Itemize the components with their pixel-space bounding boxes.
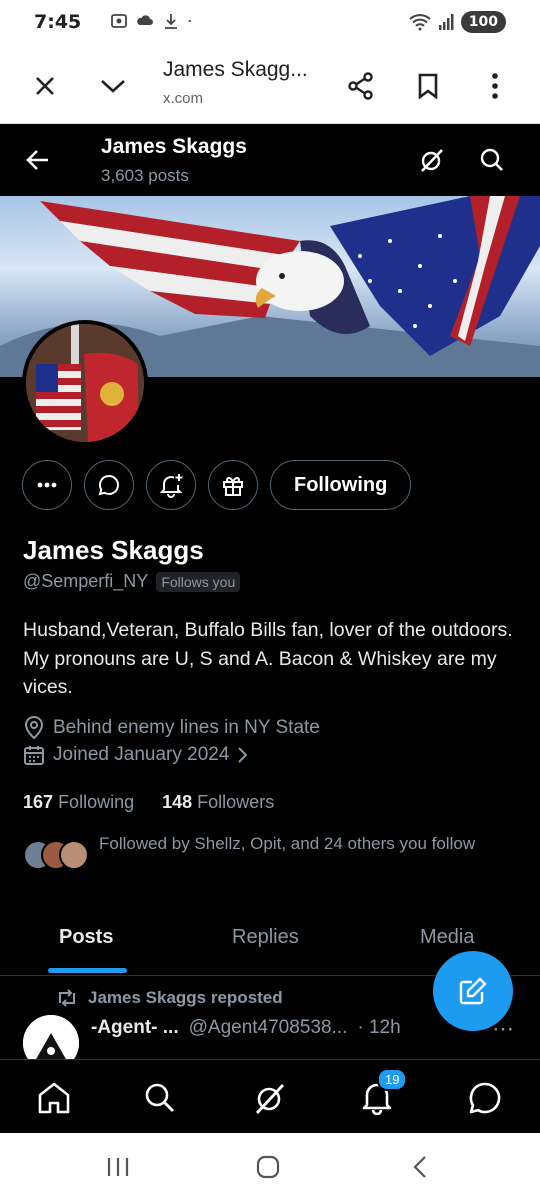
message-bubble-icon — [98, 474, 119, 496]
bottom-navigation: 19 — [0, 1059, 540, 1133]
nav-messages[interactable] — [465, 1078, 505, 1118]
tab-replies[interactable]: Replies — [232, 926, 299, 949]
more-options-button[interactable] — [22, 460, 72, 510]
notifications-button[interactable] — [146, 460, 196, 510]
status-notification-icons — [110, 12, 196, 30]
following-stat[interactable]: 167 Following — [23, 792, 134, 813]
location-pin-icon — [24, 716, 44, 740]
back-button-icon[interactable] — [405, 1153, 435, 1181]
calendar-icon — [24, 746, 44, 765]
header-posts-count: 3,603 posts — [101, 166, 189, 185]
profile-bio: Husband,Veteran, Buffalo Bills fan, love… — [23, 619, 513, 698]
battery-indicator: 100 — [460, 11, 506, 33]
following-label: Following — [58, 792, 135, 812]
repost-label: James Skaggs reposted — [88, 988, 283, 1007]
profile-location: Behind enemy lines in NY State — [53, 717, 320, 738]
download-icon — [165, 14, 177, 29]
wifi-icon — [409, 14, 431, 31]
home-button-icon[interactable] — [253, 1153, 283, 1181]
post-author-name[interactable]: -Agent- ... — [91, 1017, 179, 1039]
profile-joined-row[interactable]: Joined January 2024 — [23, 744, 249, 766]
chevron-right-icon — [238, 747, 248, 763]
back-arrow-icon[interactable] — [18, 140, 58, 180]
screenshot-icon — [111, 14, 127, 28]
bell-plus-icon — [159, 474, 183, 498]
browser-bar: James Skagg... x.com — [0, 46, 540, 124]
system-navigation — [0, 1133, 540, 1200]
browser-page-title: James Skagg... — [163, 58, 308, 81]
compose-button[interactable] — [433, 951, 513, 1031]
status-right: 100 — [409, 11, 506, 33]
chevron-down-icon[interactable] — [93, 66, 133, 106]
nav-notifications[interactable]: 19 — [357, 1068, 408, 1118]
avatar — [59, 840, 89, 870]
status-bar: 7:45 100 — [0, 0, 540, 46]
gift-button[interactable] — [208, 460, 258, 510]
post-time: · 12h — [357, 1017, 401, 1038]
profile-handle-row: @Semperfi_NY Follows you — [23, 571, 241, 592]
profile-header: James Skaggs 3,603 posts — [0, 124, 540, 196]
profile-name: James Skaggs — [23, 535, 204, 565]
grok-icon[interactable] — [412, 140, 452, 180]
dot-icon — [188, 19, 191, 23]
close-icon[interactable] — [25, 66, 65, 106]
following-button[interactable]: Following — [270, 460, 412, 510]
followers-stat[interactable]: 148 Followers — [162, 792, 274, 813]
followers-label: Followers — [197, 792, 275, 812]
tab-posts[interactable]: Posts — [59, 926, 113, 949]
more-vertical-icon[interactable] — [475, 66, 515, 106]
cloud-icon — [137, 15, 153, 25]
post-author-handle[interactable]: @Agent4708538... — [189, 1017, 348, 1039]
following-count: 167 — [23, 792, 54, 812]
home-icon — [38, 1082, 70, 1114]
search-icon[interactable] — [472, 140, 512, 180]
browser-url: x.com — [163, 90, 204, 107]
notifications-badge: 19 — [377, 1068, 408, 1091]
gift-icon — [223, 476, 243, 496]
grok-icon — [255, 1084, 285, 1114]
repost-icon — [59, 989, 75, 1007]
avatar-flags-image — [26, 324, 144, 442]
post-header: -Agent- ... @Agent4708538... · 12h — [91, 1017, 401, 1039]
message-button[interactable] — [84, 460, 134, 510]
header-profile-name: James Skaggs — [101, 135, 247, 158]
signal-icon — [438, 14, 454, 30]
profile-actions: Following — [22, 460, 412, 512]
nav-explore[interactable] — [140, 1078, 180, 1118]
nav-grok[interactable] — [250, 1078, 290, 1118]
compose-pencil-icon — [459, 977, 487, 1005]
tab-media[interactable]: Media — [420, 926, 474, 949]
bookmark-icon[interactable] — [408, 66, 448, 106]
repost-indicator: James Skaggs reposted — [56, 988, 283, 1008]
follows-you-badge: Follows you — [156, 571, 241, 592]
followers-count: 148 — [162, 792, 193, 812]
recent-apps-icon[interactable] — [103, 1153, 133, 1181]
nav-home[interactable] — [34, 1078, 74, 1118]
profile-joined: Joined January 2024 — [53, 744, 230, 765]
message-bubble-icon — [469, 1082, 501, 1114]
profile-location-row: Behind enemy lines in NY State — [23, 716, 320, 740]
active-tab-indicator — [48, 968, 127, 973]
status-time: 7:45 — [34, 11, 82, 33]
profile-avatar[interactable] — [22, 320, 148, 446]
share-icon[interactable] — [341, 66, 381, 106]
profile-handle: @Semperfi_NY — [23, 571, 149, 591]
more-horizontal-icon — [37, 482, 57, 488]
search-icon — [145, 1083, 174, 1112]
followed-by-avatars — [23, 833, 89, 870]
followed-by-row[interactable]: Followed by Shellz, Opit, and 24 others … — [23, 833, 479, 870]
profile-stats: 167 Following 148 Followers — [23, 792, 274, 813]
followed-by-text: Followed by Shellz, Opit, and 24 others … — [99, 834, 476, 853]
